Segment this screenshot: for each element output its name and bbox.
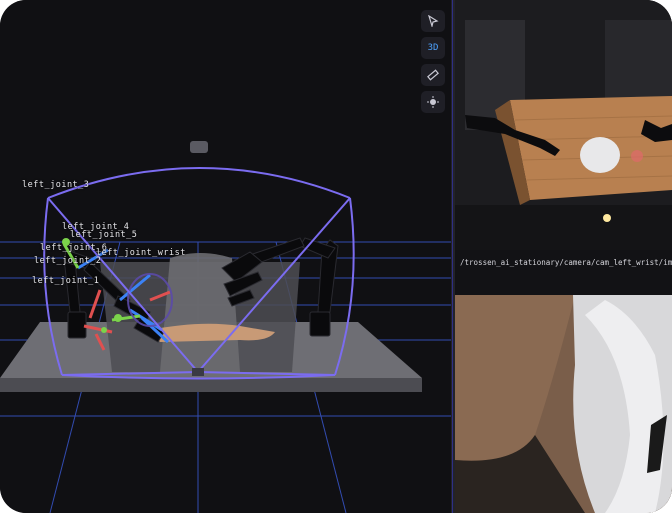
camera-path-bar: /trossen_ai_stationary/camera/cam_left_w…: [455, 250, 672, 295]
cursor-arrow-icon[interactable]: [421, 10, 445, 32]
viewport-toolbar: 3D: [421, 10, 445, 113]
joint-label: left_joint_wrist: [96, 248, 186, 258]
joint-label: left_joint_3: [22, 180, 90, 190]
joint-label: left_joint_1: [32, 276, 100, 286]
camera-topic-path: /trossen_ai_stationary/camera/cam_left_w…: [460, 258, 672, 267]
target-icon[interactable]: [421, 91, 445, 113]
3d-mode-button[interactable]: 3D: [421, 37, 445, 59]
top-camera-image: [455, 0, 672, 250]
app-frame: left_joint_3 left_joint_4 left_joint_5 l…: [0, 0, 672, 513]
3d-viewport[interactable]: left_joint_3 left_joint_4 left_joint_5 l…: [0, 0, 451, 513]
viewport-handle-button[interactable]: [190, 141, 208, 153]
ruler-icon[interactable]: [421, 64, 445, 86]
joint-label: left_joint_2: [34, 256, 102, 266]
table-edge: [0, 378, 422, 392]
camera-view-top[interactable]: [455, 0, 672, 250]
wrist-camera-image: [455, 295, 672, 513]
camera-view-wrist[interactable]: [455, 295, 672, 513]
joint-label: left_joint_5: [70, 230, 138, 240]
